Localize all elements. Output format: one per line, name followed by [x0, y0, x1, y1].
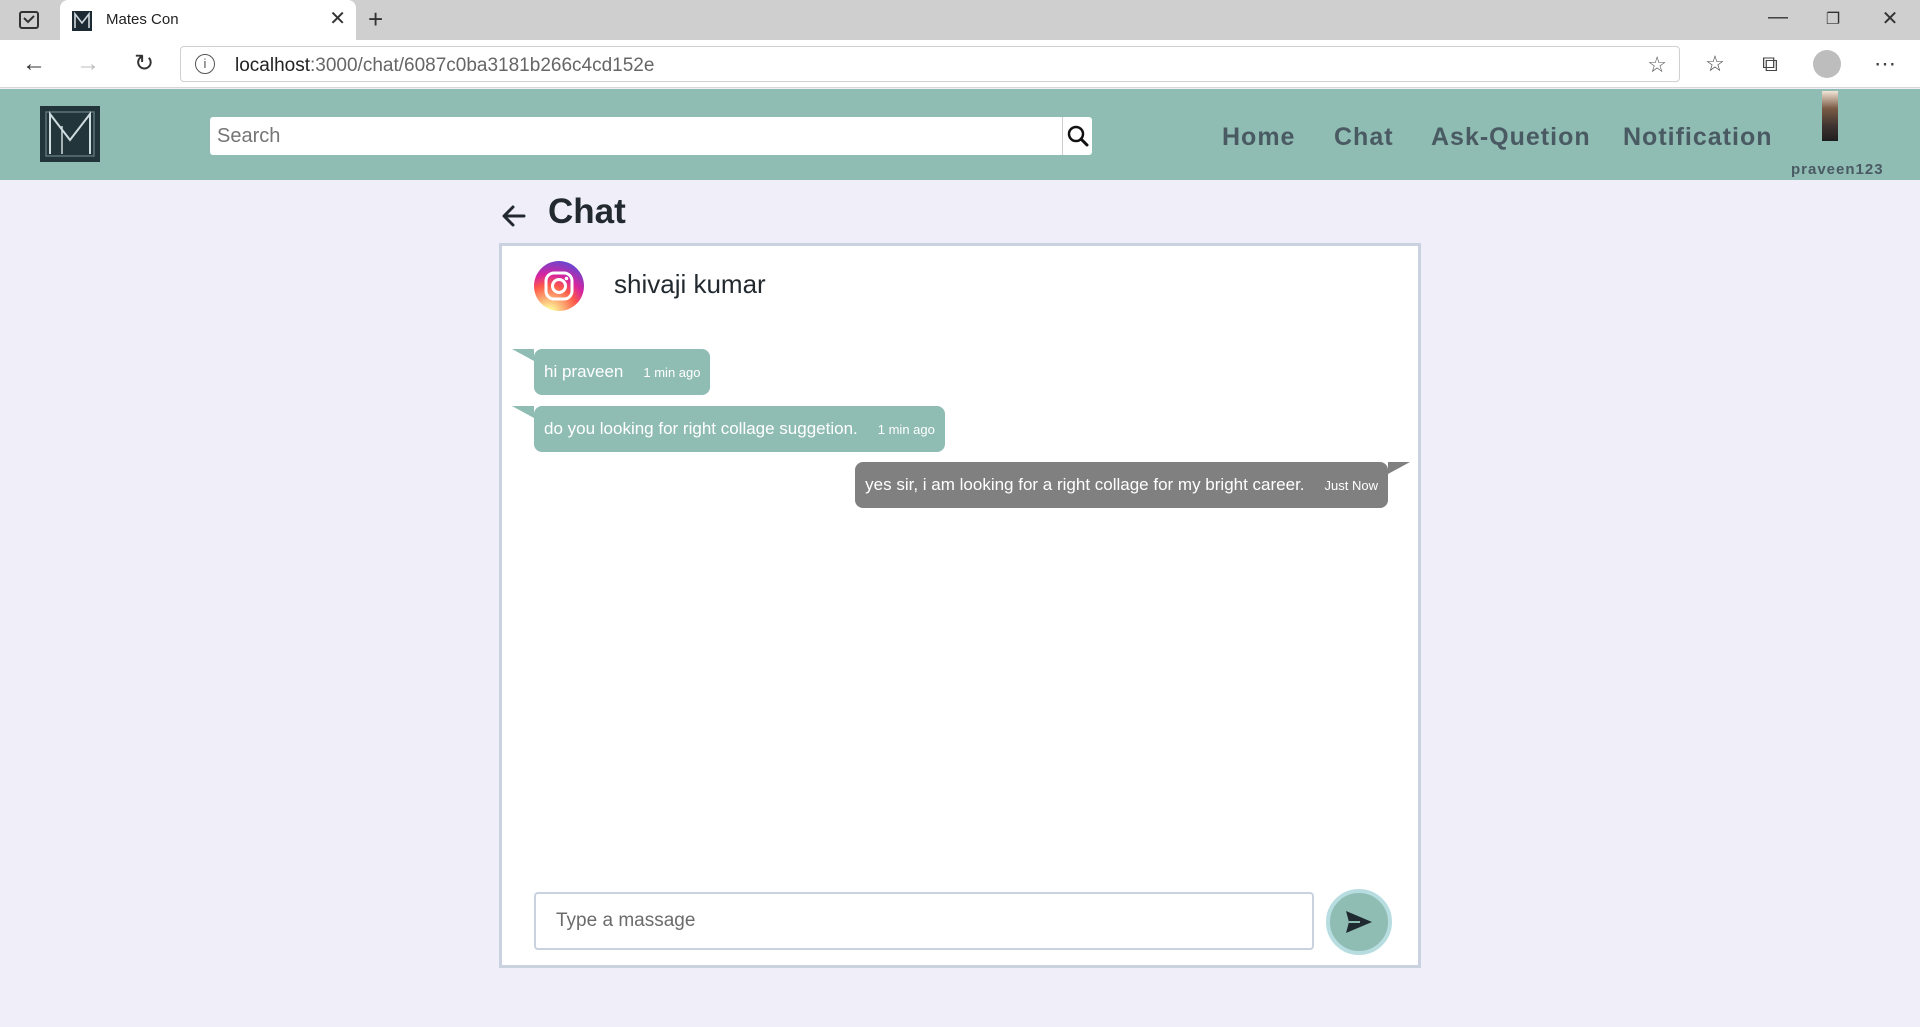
nav-ask-question[interactable]: Ask-Quetion [1431, 123, 1591, 152]
restore-icon[interactable]: ❐ [1813, 9, 1853, 29]
message-time: 1 min ago [643, 364, 701, 380]
message-bubble-received: do you looking for right collage suggeti… [512, 406, 945, 452]
message-text: hi praveen [544, 362, 624, 381]
nav-home[interactable]: Home [1222, 123, 1295, 152]
window-close-icon[interactable]: ✕ [1870, 6, 1910, 31]
search-button[interactable] [1062, 117, 1092, 155]
message-text: yes sir, i am looking for a right collag… [865, 475, 1305, 494]
message-time: Just Now [1324, 477, 1378, 493]
bubble-tail [512, 406, 534, 418]
nav-chat[interactable]: Chat [1334, 123, 1394, 152]
contact-avatar[interactable] [534, 261, 584, 311]
tab-actions-icon[interactable] [18, 10, 40, 30]
send-button[interactable] [1326, 889, 1392, 955]
user-name[interactable]: praveen123 [1791, 161, 1884, 178]
minimize-icon[interactable]: — [1758, 6, 1798, 29]
tab-title: Mates Con [106, 11, 179, 28]
bubble-tail [1388, 462, 1410, 474]
search-bar [210, 117, 1092, 155]
chat-panel: shivaji kumar hi praveen 1 min ago do yo… [499, 243, 1421, 968]
site-info-icon[interactable]: i [195, 54, 215, 74]
page-title: Chat [548, 192, 626, 231]
send-icon [1346, 911, 1372, 933]
mates-con-favicon-icon [72, 11, 92, 31]
collections-icon[interactable]: ⧉ [1755, 50, 1785, 78]
url-text: localhost:3000/chat/6087c0ba3181b266c4cd… [235, 55, 655, 76]
message-bubble-received: hi praveen 1 min ago [512, 349, 711, 395]
nav-notification[interactable]: Notification [1623, 123, 1773, 152]
browser-address-bar: ← → ↻ i localhost:3000/chat/6087c0ba3181… [0, 40, 1920, 88]
more-icon[interactable]: ⋯ [1870, 50, 1900, 78]
contact-name: shivaji kumar [614, 269, 766, 299]
app-header: Home Chat Ask-Quetion Notification prave… [0, 89, 1920, 180]
mates-con-logo[interactable] [40, 106, 100, 162]
message-time: 1 min ago [877, 421, 935, 437]
back-arrow-icon[interactable] [500, 202, 528, 230]
user-avatar[interactable] [1822, 91, 1838, 141]
new-tab-icon[interactable]: + [368, 6, 383, 32]
instagram-icon [544, 271, 574, 301]
message-text: do you looking for right collage suggeti… [544, 419, 858, 438]
message-input[interactable] [534, 892, 1314, 950]
tab-close-icon[interactable]: ✕ [329, 9, 346, 29]
add-favorite-icon[interactable]: ☆ [1647, 52, 1667, 78]
message-bubble-sent: yes sir, i am looking for a right collag… [855, 462, 1410, 508]
back-icon[interactable]: ← [20, 50, 48, 78]
search-input[interactable] [210, 117, 1064, 155]
bubble-tail [512, 349, 534, 361]
browser-tab-bar: Mates Con ✕ + — ❐ ✕ [0, 0, 1920, 40]
browser-tab[interactable]: Mates Con ✕ [60, 0, 356, 40]
favorites-icon[interactable]: ☆ [1700, 50, 1730, 78]
url-field[interactable]: i localhost:3000/chat/6087c0ba3181b266c4… [180, 46, 1680, 82]
forward-icon[interactable]: → [74, 50, 102, 78]
browser-profile-icon[interactable] [1813, 50, 1841, 78]
search-icon [1067, 125, 1089, 147]
reload-icon[interactable]: ↻ [130, 50, 158, 78]
